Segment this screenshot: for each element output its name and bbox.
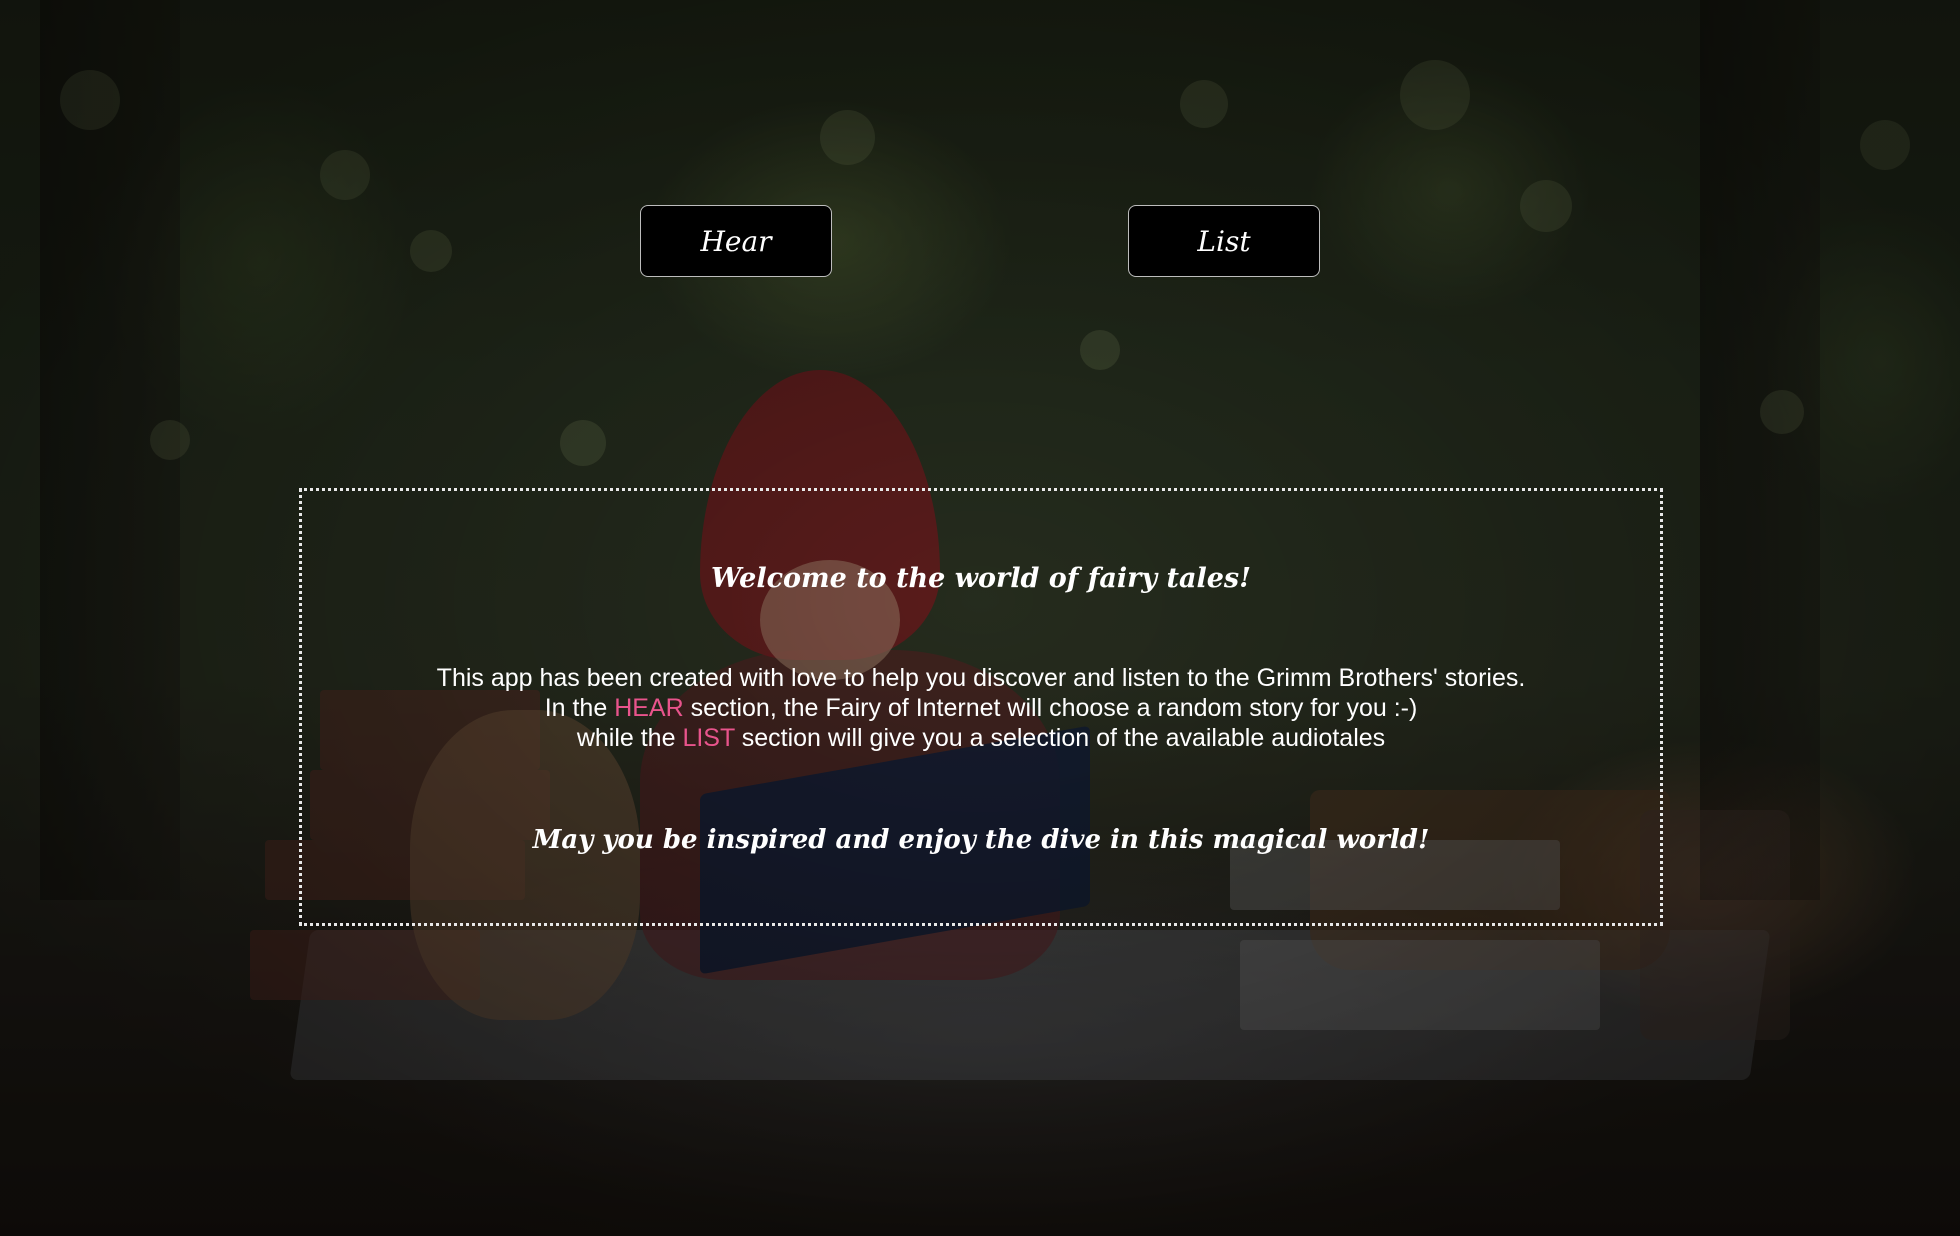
description-line-3: while the LIST section will give you a s…: [302, 723, 1660, 753]
welcome-description: This app has been created with love to h…: [302, 663, 1660, 753]
hear-button[interactable]: Hear: [640, 205, 832, 277]
line-2-prefix: In the: [544, 694, 615, 722]
list-highlight: LIST: [682, 724, 735, 752]
list-button[interactable]: List: [1128, 205, 1320, 277]
hear-highlight: HEAR: [614, 694, 684, 722]
line-2-suffix: section, the Fairy of Internet will choo…: [683, 694, 1418, 722]
line-3-prefix: while the: [576, 724, 683, 752]
welcome-title: Welcome to the world of fairy tales!: [711, 563, 1251, 594]
welcome-panel: Welcome to the world of fairy tales! Thi…: [299, 488, 1663, 926]
description-line-1: This app has been created with love to h…: [436, 664, 1526, 692]
description-line-2: In the HEAR section, the Fairy of Intern…: [302, 693, 1660, 723]
line-3-suffix: section will give you a selection of the…: [734, 724, 1386, 752]
welcome-footer: May you be inspired and enjoy the dive i…: [532, 825, 1430, 855]
